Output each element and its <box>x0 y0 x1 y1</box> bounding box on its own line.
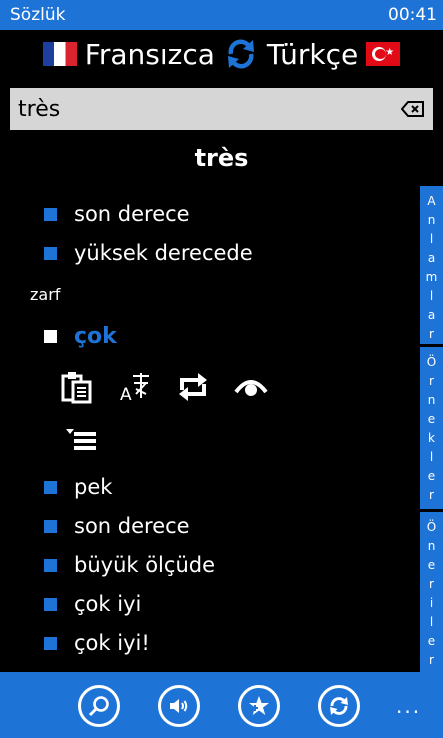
tab-letter: i <box>429 596 434 610</box>
tab-letter: a <box>427 251 436 265</box>
translation-text: çok iyi <box>74 592 142 616</box>
tab-letter: r <box>429 653 434 667</box>
tab-anlamlar[interactable]: An la ml ar <box>420 186 443 344</box>
translation-text: son derece <box>74 202 190 226</box>
turkey-flag-icon[interactable]: ★ <box>366 42 401 66</box>
eye-icon[interactable] <box>234 370 268 404</box>
translation-text: pek <box>74 475 113 499</box>
backspace-clear-icon[interactable] <box>401 100 425 118</box>
search-icon <box>88 696 109 717</box>
tab-letter: r <box>429 374 434 388</box>
search-input[interactable] <box>18 89 401 129</box>
bullet-square <box>44 519 57 533</box>
tab-letter: e <box>427 412 436 426</box>
list-item[interactable]: büyük ölçüde <box>0 553 215 577</box>
bullet-square <box>44 246 57 260</box>
bullet-square <box>44 636 57 650</box>
app-bar: ... <box>0 672 443 738</box>
translation-text: çok iyi! <box>74 631 150 655</box>
tab-letter: e <box>427 634 436 648</box>
bullet-square <box>44 597 57 611</box>
tab-letter: l <box>429 232 434 246</box>
list-item[interactable]: yüksek derecede <box>0 241 253 265</box>
translation-text: son derece <box>74 514 190 538</box>
search-box <box>10 88 433 130</box>
tab-letter: l <box>429 289 434 303</box>
tab-letter: n <box>427 393 436 407</box>
translation-text: büyük ölçüde <box>74 553 216 577</box>
svg-text:A: A <box>120 385 132 404</box>
tab-letter: a <box>427 308 436 322</box>
tab-letter: r <box>429 577 434 591</box>
tab-letter: e <box>427 558 436 572</box>
language-bar: Fransızca Türkçe ★ <box>0 32 443 76</box>
list-item-selected[interactable]: çok <box>0 324 117 349</box>
favorite-add-icon <box>249 696 269 715</box>
list-item[interactable]: son derece <box>0 514 190 538</box>
tab-ornekler[interactable]: Ör ne kl er <box>420 347 443 509</box>
swap-languages-icon[interactable] <box>223 36 259 72</box>
headword-title: très <box>194 144 249 172</box>
clipboard-icon[interactable] <box>60 370 94 404</box>
tab-letter: l <box>429 615 434 629</box>
tab-letter: A <box>427 194 436 208</box>
sync-button[interactable] <box>318 685 360 727</box>
tab-letter: n <box>427 213 436 227</box>
list-item[interactable]: çok iyi! <box>0 631 150 655</box>
speaker-icon <box>170 699 188 713</box>
bullet-square <box>44 207 57 221</box>
more-menu-button[interactable]: ... <box>396 694 421 718</box>
tab-letter: l <box>429 450 434 464</box>
source-language[interactable]: Fransızca <box>85 38 215 71</box>
translate-icon[interactable]: A <box>118 370 152 404</box>
tab-letter: k <box>428 431 435 445</box>
clock: 00:41 <box>388 5 437 25</box>
tab-letter: Ö <box>426 520 437 534</box>
bullet-square <box>44 558 57 572</box>
list-item[interactable]: pek <box>0 475 112 499</box>
tab-letter: r <box>429 488 434 502</box>
list-item[interactable]: çok iyi <box>0 592 141 616</box>
meanings-list: son derece yüksek derecede zarf çok A pe <box>0 190 418 672</box>
tab-letter: m <box>425 270 438 284</box>
france-flag-icon[interactable] <box>42 42 77 66</box>
status-bar: Sözlük 00:41 <box>0 0 443 30</box>
tab-letter: r <box>429 327 434 341</box>
search-button[interactable] <box>78 685 120 727</box>
menu-list-icon[interactable] <box>64 424 98 458</box>
translation-text: çok <box>74 324 117 349</box>
add-favorite-button[interactable] <box>238 685 280 727</box>
translation-text: yüksek derecede <box>74 241 253 265</box>
app-name: Sözlük <box>10 5 66 25</box>
speak-button[interactable] <box>158 685 200 727</box>
bullet-square <box>44 480 57 494</box>
tab-letter: n <box>427 539 436 553</box>
sync-icon <box>330 697 348 715</box>
tab-letter: Ö <box>426 355 437 369</box>
bullet-square <box>44 330 57 343</box>
tab-letter: e <box>427 469 436 483</box>
tab-oneriler[interactable]: Ön er il er <box>420 512 443 672</box>
list-item[interactable]: son derece <box>0 202 190 226</box>
repeat-icon[interactable] <box>176 370 210 404</box>
target-language[interactable]: Türkçe <box>267 38 358 71</box>
part-of-speech-label: zarf <box>30 285 61 304</box>
